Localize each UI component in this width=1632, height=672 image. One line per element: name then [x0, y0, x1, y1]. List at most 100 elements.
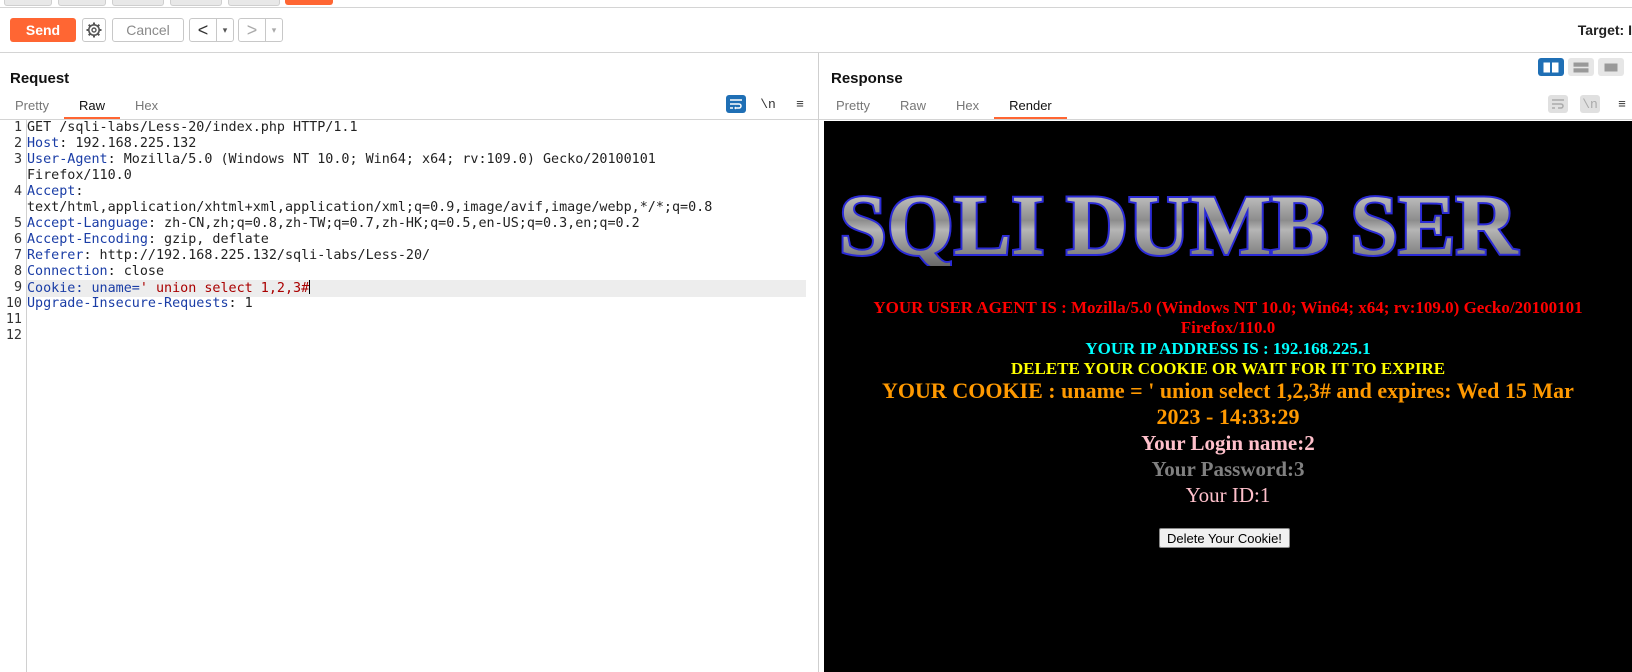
- cookie-line: YOUR COOKIE : uname = ' union select 1,2…: [882, 378, 1574, 403]
- line-number: 4: [13, 184, 22, 199]
- header-name: Upgrade-Insecure-Requests: [27, 296, 229, 311]
- menu-icon[interactable]: ≡: [1612, 95, 1632, 113]
- request-line: 11: [0, 312, 808, 328]
- line-number: 3: [13, 152, 22, 167]
- header-value: : zh-CN,zh;q=0.8,zh-TW;q=0.7,zh-HK;q=0.5…: [147, 216, 640, 231]
- layout-toggle: [1538, 58, 1624, 76]
- newline-toggle-icon[interactable]: \n: [758, 95, 778, 113]
- request-line-current: 9 Cookie: uname=' union select 1,2,3#: [0, 280, 808, 297]
- split-vertical-icon[interactable]: [1568, 58, 1594, 76]
- line-number: 11: [5, 312, 22, 327]
- request-line: 12: [0, 328, 808, 344]
- cookie-value: ' union select 1,2,3#: [139, 281, 310, 296]
- newline-toggle-icon[interactable]: \n: [1580, 95, 1600, 113]
- request-line: 10 Upgrade-Insecure-Requests: 1: [0, 296, 808, 312]
- tab-stub[interactable]: [4, 0, 52, 6]
- tab-stub-active[interactable]: [285, 0, 333, 5]
- header-value: : 192.168.225.132: [59, 136, 197, 151]
- split-horizontal-icon[interactable]: [1538, 58, 1564, 76]
- line-number: 12: [5, 328, 22, 343]
- login-name-line: Your Login name:2: [1141, 431, 1315, 455]
- banner-text: SQLI DUMB SER: [839, 177, 1518, 266]
- forward-nav-group: > ▾: [238, 18, 283, 42]
- response-tab-pretty[interactable]: Pretty: [821, 96, 885, 119]
- tab-stub[interactable]: [170, 0, 222, 6]
- cookie-param-name: : uname=: [75, 281, 140, 296]
- target-label[interactable]: Target: I: [1578, 22, 1632, 38]
- gear-icon: [86, 22, 102, 38]
- request-line: 1 GET /sqli-labs/Less-20/index.php HTTP/…: [0, 120, 808, 136]
- request-tab-hex[interactable]: Hex: [120, 96, 173, 119]
- settings-button[interactable]: [82, 18, 106, 42]
- request-line: 2 Host: 192.168.225.132: [0, 136, 808, 152]
- wrap-lines-icon[interactable]: [726, 95, 746, 113]
- response-tab-raw[interactable]: Raw: [885, 96, 941, 119]
- forward-history-dropdown-icon[interactable]: ▾: [265, 19, 282, 41]
- header-value: : Mozilla/5.0 (Windows NT 10.0; Win64; x…: [107, 152, 656, 167]
- cookie-line: 2023 - 14:33:29: [1156, 404, 1300, 429]
- tab-stub[interactable]: [228, 0, 280, 6]
- response-title: Response: [831, 70, 903, 87]
- header-value-wrapped: Firefox/110.0: [27, 168, 132, 183]
- wrap-lines-icon[interactable]: [1548, 95, 1568, 113]
- header-value: : 1: [228, 296, 253, 311]
- request-line-text: GET /sqli-labs/Less-20/index.php HTTP/1.…: [27, 120, 358, 135]
- back-arrow-icon[interactable]: <: [190, 19, 216, 41]
- rendered-response: SQLI DUMB SER YOUR USER AGENT IS : Mozil…: [824, 121, 1632, 672]
- request-line: Firefox/110.0: [0, 168, 808, 184]
- line-number: 7: [13, 248, 22, 263]
- sqli-banner-image: SQLI DUMB SER: [839, 176, 1520, 266]
- request-tools: \n ≡: [726, 95, 810, 113]
- line-number: 8: [13, 264, 22, 279]
- delete-cookie-notice: DELETE YOUR COOKIE OR WAIT FOR IT TO EXP…: [1010, 359, 1446, 378]
- tab-stub[interactable]: [58, 0, 106, 6]
- request-line: 6 Accept-Encoding: gzip, deflate: [0, 232, 808, 248]
- header-value-wrapped: text/html,application/xhtml+xml,applicat…: [27, 200, 713, 215]
- header-name: Cookie: [27, 281, 76, 296]
- header-name: Accept: [27, 184, 76, 199]
- request-title: Request: [10, 70, 70, 87]
- response-tab-hex[interactable]: Hex: [941, 96, 994, 119]
- text-caret: [309, 280, 311, 294]
- line-number: 9: [13, 280, 22, 295]
- request-tab-raw[interactable]: Raw: [63, 96, 120, 119]
- request-subtabs: Pretty Raw Hex: [0, 96, 173, 119]
- user-agent-line: YOUR USER AGENT IS : Mozilla/5.0 (Window…: [873, 298, 1583, 317]
- header-name: Host: [27, 136, 60, 151]
- request-tab-pretty[interactable]: Pretty: [0, 96, 64, 119]
- single-pane-icon[interactable]: [1598, 58, 1624, 76]
- back-nav-group: < ▾: [189, 18, 234, 42]
- header-value: : http://192.168.225.132/sqli-labs/Less-…: [83, 248, 431, 263]
- line-number: 10: [5, 296, 22, 311]
- request-line: 7 Referer: http://192.168.225.132/sqli-l…: [0, 248, 808, 264]
- response-tab-render[interactable]: Render: [994, 96, 1067, 119]
- header-value: :: [75, 184, 84, 199]
- menu-icon[interactable]: ≡: [790, 95, 810, 113]
- back-history-dropdown-icon[interactable]: ▾: [216, 19, 233, 41]
- cancel-button[interactable]: Cancel: [112, 18, 184, 42]
- line-number: 2: [13, 136, 22, 151]
- line-number: 1: [13, 120, 22, 135]
- request-line: 3 User-Agent: Mozilla/5.0 (Windows NT 10…: [0, 152, 808, 168]
- header-value: : gzip, deflate: [147, 232, 269, 247]
- password-line: Your Password:3: [1151, 457, 1305, 481]
- delete-cookie-button[interactable]: Delete Your Cookie!: [1159, 528, 1290, 548]
- repeater-toolbar: Send Cancel < ▾ > ▾ Target: I: [0, 8, 1632, 53]
- pane-divider[interactable]: [818, 53, 819, 672]
- tab-stub[interactable]: [112, 0, 164, 6]
- ip-address-line: YOUR IP ADDRESS IS : 192.168.225.1: [1085, 339, 1371, 358]
- request-editor[interactable]: 1 GET /sqli-labs/Less-20/index.php HTTP/…: [0, 120, 818, 672]
- header-value: : close: [107, 264, 165, 279]
- line-number: 5: [13, 216, 22, 231]
- forward-arrow-icon[interactable]: >: [239, 19, 265, 41]
- line-number: 6: [13, 232, 22, 247]
- send-button[interactable]: Send: [10, 18, 76, 42]
- user-agent-line: Firefox/110.0: [1180, 318, 1276, 337]
- header-name: User-Agent: [27, 152, 108, 167]
- response-tools: \n ≡: [1548, 95, 1632, 113]
- header-name: Referer: [27, 248, 84, 263]
- id-line: Your ID:1: [1185, 483, 1271, 507]
- request-line: 8 Connection: close: [0, 264, 808, 280]
- response-subtabs: Pretty Raw Hex Render: [821, 96, 1067, 119]
- header-name: Connection: [27, 264, 108, 279]
